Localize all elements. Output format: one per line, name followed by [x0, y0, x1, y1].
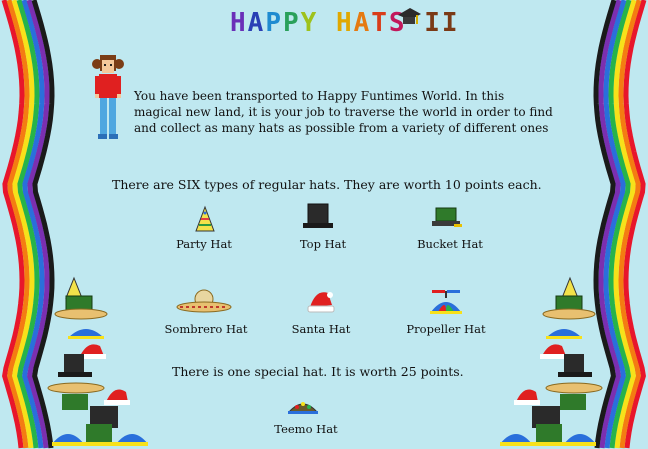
game-title: HAPPY HATS II: [230, 6, 458, 40]
girl-character: [92, 55, 124, 139]
title-letter: A: [353, 8, 372, 38]
right-hat-stack: [500, 276, 603, 446]
hat-label-top: Top Hat: [299, 237, 347, 251]
title-letter: P: [265, 8, 283, 38]
hat-label-teemo: Teemo Hat: [274, 422, 338, 436]
intro-text: You have been transported to Happy Funti…: [134, 89, 553, 135]
hat-label-santa: Santa Hat: [291, 322, 351, 336]
regular-hats-heading: There are SIX types of regular hats. The…: [112, 177, 542, 192]
title-letter: H: [230, 8, 248, 38]
hat-label-propeller: Propeller Hat: [406, 322, 486, 336]
special-hat-heading: There is one special hat. It is worth 25…: [172, 364, 464, 379]
title-letter: H: [335, 8, 354, 38]
hat-label-sombrero: Sombrero Hat: [164, 322, 248, 336]
graduation-cap-icon: [398, 8, 421, 24]
bucket-hat-icon: [432, 207, 462, 227]
teemo-hat-icon: [287, 402, 319, 414]
hat-label-bucket: Bucket Hat: [417, 237, 483, 251]
title-letter: A: [247, 8, 266, 38]
left-hat-stack: [47, 276, 148, 446]
game-title-text: HAPPY HATS II: [230, 8, 460, 38]
title-letter: T: [371, 8, 389, 38]
party-hat-icon: [195, 205, 215, 232]
sombrero-hat-icon: [176, 289, 232, 313]
top-hat-icon: [303, 203, 333, 228]
title-letter: [318, 8, 336, 38]
title-letter: I: [424, 8, 442, 38]
title-letter: P: [282, 8, 301, 38]
propeller-hat-icon: [430, 290, 462, 314]
hat-label-party: Party Hat: [176, 237, 232, 251]
santa-hat-icon: [307, 292, 335, 313]
title-letter: Y: [300, 8, 319, 38]
title-letter: I: [441, 8, 460, 38]
